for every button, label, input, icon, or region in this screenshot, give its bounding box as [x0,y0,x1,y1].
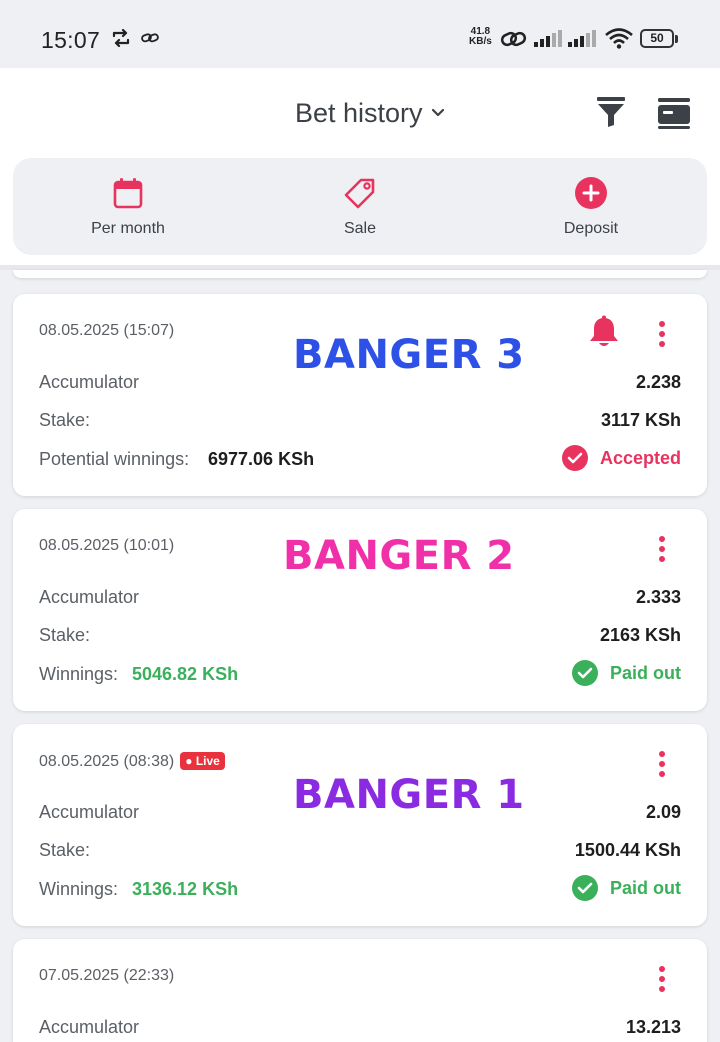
bet-odds: 2.238 [635,372,681,392]
status-badge: Paid out [572,875,681,901]
menu-icon[interactable] [657,96,691,130]
more-options-icon[interactable] [652,318,672,350]
stake-label: Stake: [39,840,91,860]
stake-label: Stake: [39,625,91,645]
hotspot-icon [500,27,528,56]
status-badge: Accepted [561,445,681,471]
winnings-value: 3136.12 KSh [132,879,239,899]
stake-value: 3117 KSh [600,410,681,430]
signal-icon [534,29,562,52]
bet-odds: 2.333 [635,587,681,607]
quick-actions-bar: Per month Sale Deposit [13,158,707,255]
status-text: Paid out [610,662,681,683]
more-options-icon[interactable] [652,748,672,780]
status-bar: 15:07 41.8 KB/s 50 [0,0,720,68]
banner-text: BANGER 2 [283,533,515,579]
page-title: Bet history [295,98,423,128]
more-options-icon[interactable] [652,533,672,565]
calendar-icon [58,176,198,210]
chevron-down-icon [431,105,445,123]
app-header: Bet history Per month Sale Deposit [0,68,720,270]
winnings-row: Winnings: 5046.82 KSh Paid out [39,660,681,688]
signal-icon [568,29,596,52]
wifi-icon [604,27,634,54]
previous-card-edge [13,270,707,278]
stake-row: Stake: 1500.44 KSh [39,840,681,864]
winnings-label: Winnings: [39,879,119,899]
check-icon [561,445,588,471]
winnings-row: Winnings: 3136.12 KSh Paid out [39,875,681,903]
bell-icon[interactable] [588,315,620,354]
stake-value: 2163 KSh [599,625,681,645]
bet-card[interactable]: 08.05.2025 (10:01) BANGER 2 Accumulator … [13,509,707,711]
per-month-button[interactable]: Per month [58,176,198,238]
bet-date: 08.05.2025 (10:01) [39,537,175,554]
bet-type-row: Accumulator 2.238 [39,372,681,396]
bet-type-row: Accumulator 2.333 [39,587,681,611]
bet-history-dropdown[interactable]: Bet history [295,98,445,129]
tag-icon [290,176,430,210]
battery-icon: 50 [640,29,678,48]
bet-odds: 13.213 [625,1017,681,1037]
winnings-label: Potential winnings: [39,449,190,469]
more-options-icon[interactable] [652,963,672,995]
filter-icon[interactable] [596,96,626,128]
status-badge: Paid out [572,660,681,686]
bet-card[interactable]: 07.05.2025 (22:33) Accumulator 13.213 [13,939,707,1042]
plus-circle-icon [521,176,661,210]
link-icon [141,31,159,50]
bet-type-row: Accumulator 2.09 [39,802,681,826]
per-month-label: Per month [91,220,165,237]
deposit-button[interactable]: Deposit [521,176,661,238]
status-time: 15:07 [41,27,101,53]
deposit-label: Deposit [563,220,619,237]
bet-date: 08.05.2025 (08:38) ● Live [39,752,225,771]
sale-label: Sale [343,220,377,237]
bet-date: 07.05.2025 (22:33) [39,967,175,984]
sync-icon [110,27,132,54]
net-speed: 41.8 KB/s [469,26,492,47]
bet-card[interactable]: 08.05.2025 (08:38) ● Live BANGER 1 Accumu… [13,724,707,926]
bet-type: Accumulator [39,802,140,822]
status-text: Paid out [610,877,681,898]
winnings-label: Winnings: [39,664,119,684]
live-badge: ● Live [180,752,225,770]
bet-type: Accumulator [39,372,140,392]
bet-type: Accumulator [39,587,140,607]
stake-row: Stake: 2163 KSh [39,625,681,649]
bet-type-row: Accumulator 13.213 [39,1017,681,1041]
winnings-value: 5046.82 KSh [132,664,239,684]
check-icon [572,660,598,686]
stake-row: Stake: 3117 KSh [39,410,681,434]
stake-value: 1500.44 KSh [574,840,681,860]
bet-odds: 2.09 [645,802,681,822]
stake-label: Stake: [39,410,91,430]
winnings-row: Potential winnings: 6977.06 KSh Accepted [39,445,681,473]
bet-card[interactable]: 08.05.2025 (15:07) BANGER 3 Accumulator … [13,294,707,496]
winnings-value: 6977.06 KSh [208,449,315,469]
status-text: Accepted [599,447,681,468]
sale-button[interactable]: Sale [290,176,430,238]
bet-type: Accumulator [39,1017,140,1037]
bet-date: 08.05.2025 (15:07) [39,322,175,339]
check-icon [572,875,598,901]
